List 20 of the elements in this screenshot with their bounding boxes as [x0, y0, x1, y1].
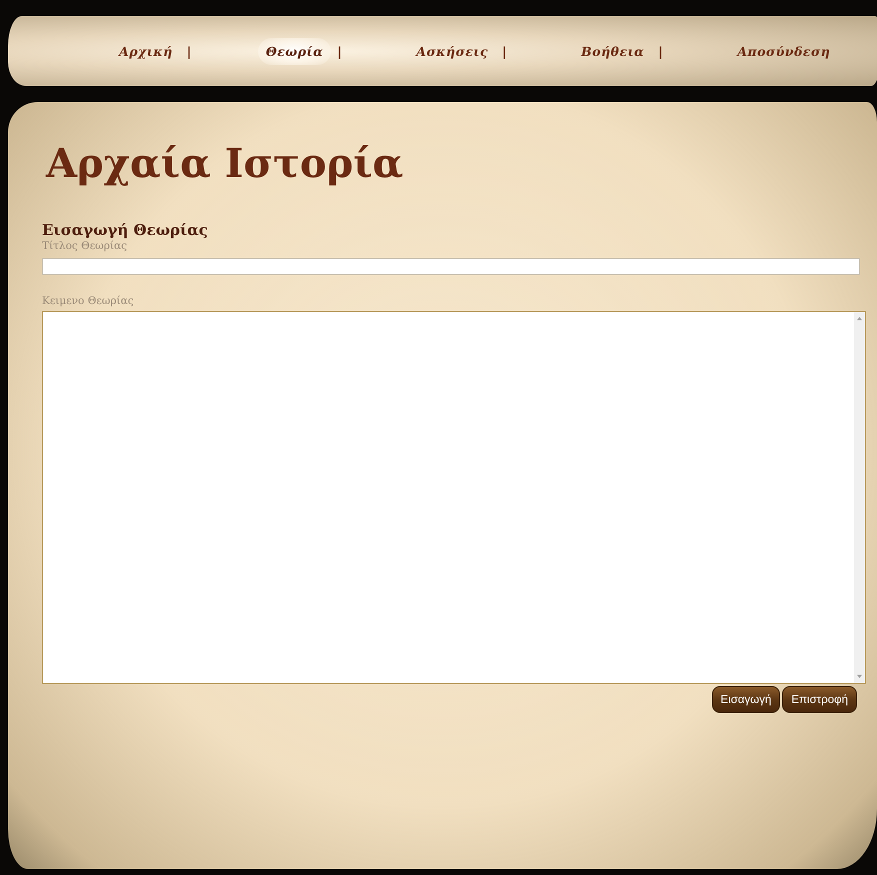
scrollbar[interactable] [854, 312, 865, 683]
nav-link[interactable]: Αποσύνδεση [729, 38, 838, 64]
title-input-field[interactable] [42, 258, 860, 275]
nav-separator: | [186, 44, 192, 58]
form-button[interactable]: Επιστροφή [782, 686, 857, 713]
nav-link[interactable]: Θεωρία [258, 38, 332, 64]
scroll-down-icon[interactable] [856, 674, 863, 679]
form-button[interactable]: Εισαγωγή [712, 686, 780, 713]
form-heading: Εισαγωγή Θεωρίας [42, 221, 208, 239]
field-label: Κειμενο Θεωρίας [42, 295, 134, 307]
nav-link[interactable]: Αρχική [111, 38, 181, 64]
nav-separator: | [502, 44, 508, 58]
nav-link[interactable]: Βοήθεια [573, 38, 652, 64]
page-title: Αρχαία Ιστορία [46, 140, 404, 187]
field-label: Τίτλος Θεωρίας [42, 240, 127, 252]
nav-separator: | [337, 44, 342, 58]
scroll-up-icon[interactable] [856, 316, 863, 321]
nav-separator: | [658, 44, 664, 58]
nav-link[interactable]: Ασκήσεις [408, 38, 496, 64]
text-area-field[interactable] [42, 311, 866, 684]
